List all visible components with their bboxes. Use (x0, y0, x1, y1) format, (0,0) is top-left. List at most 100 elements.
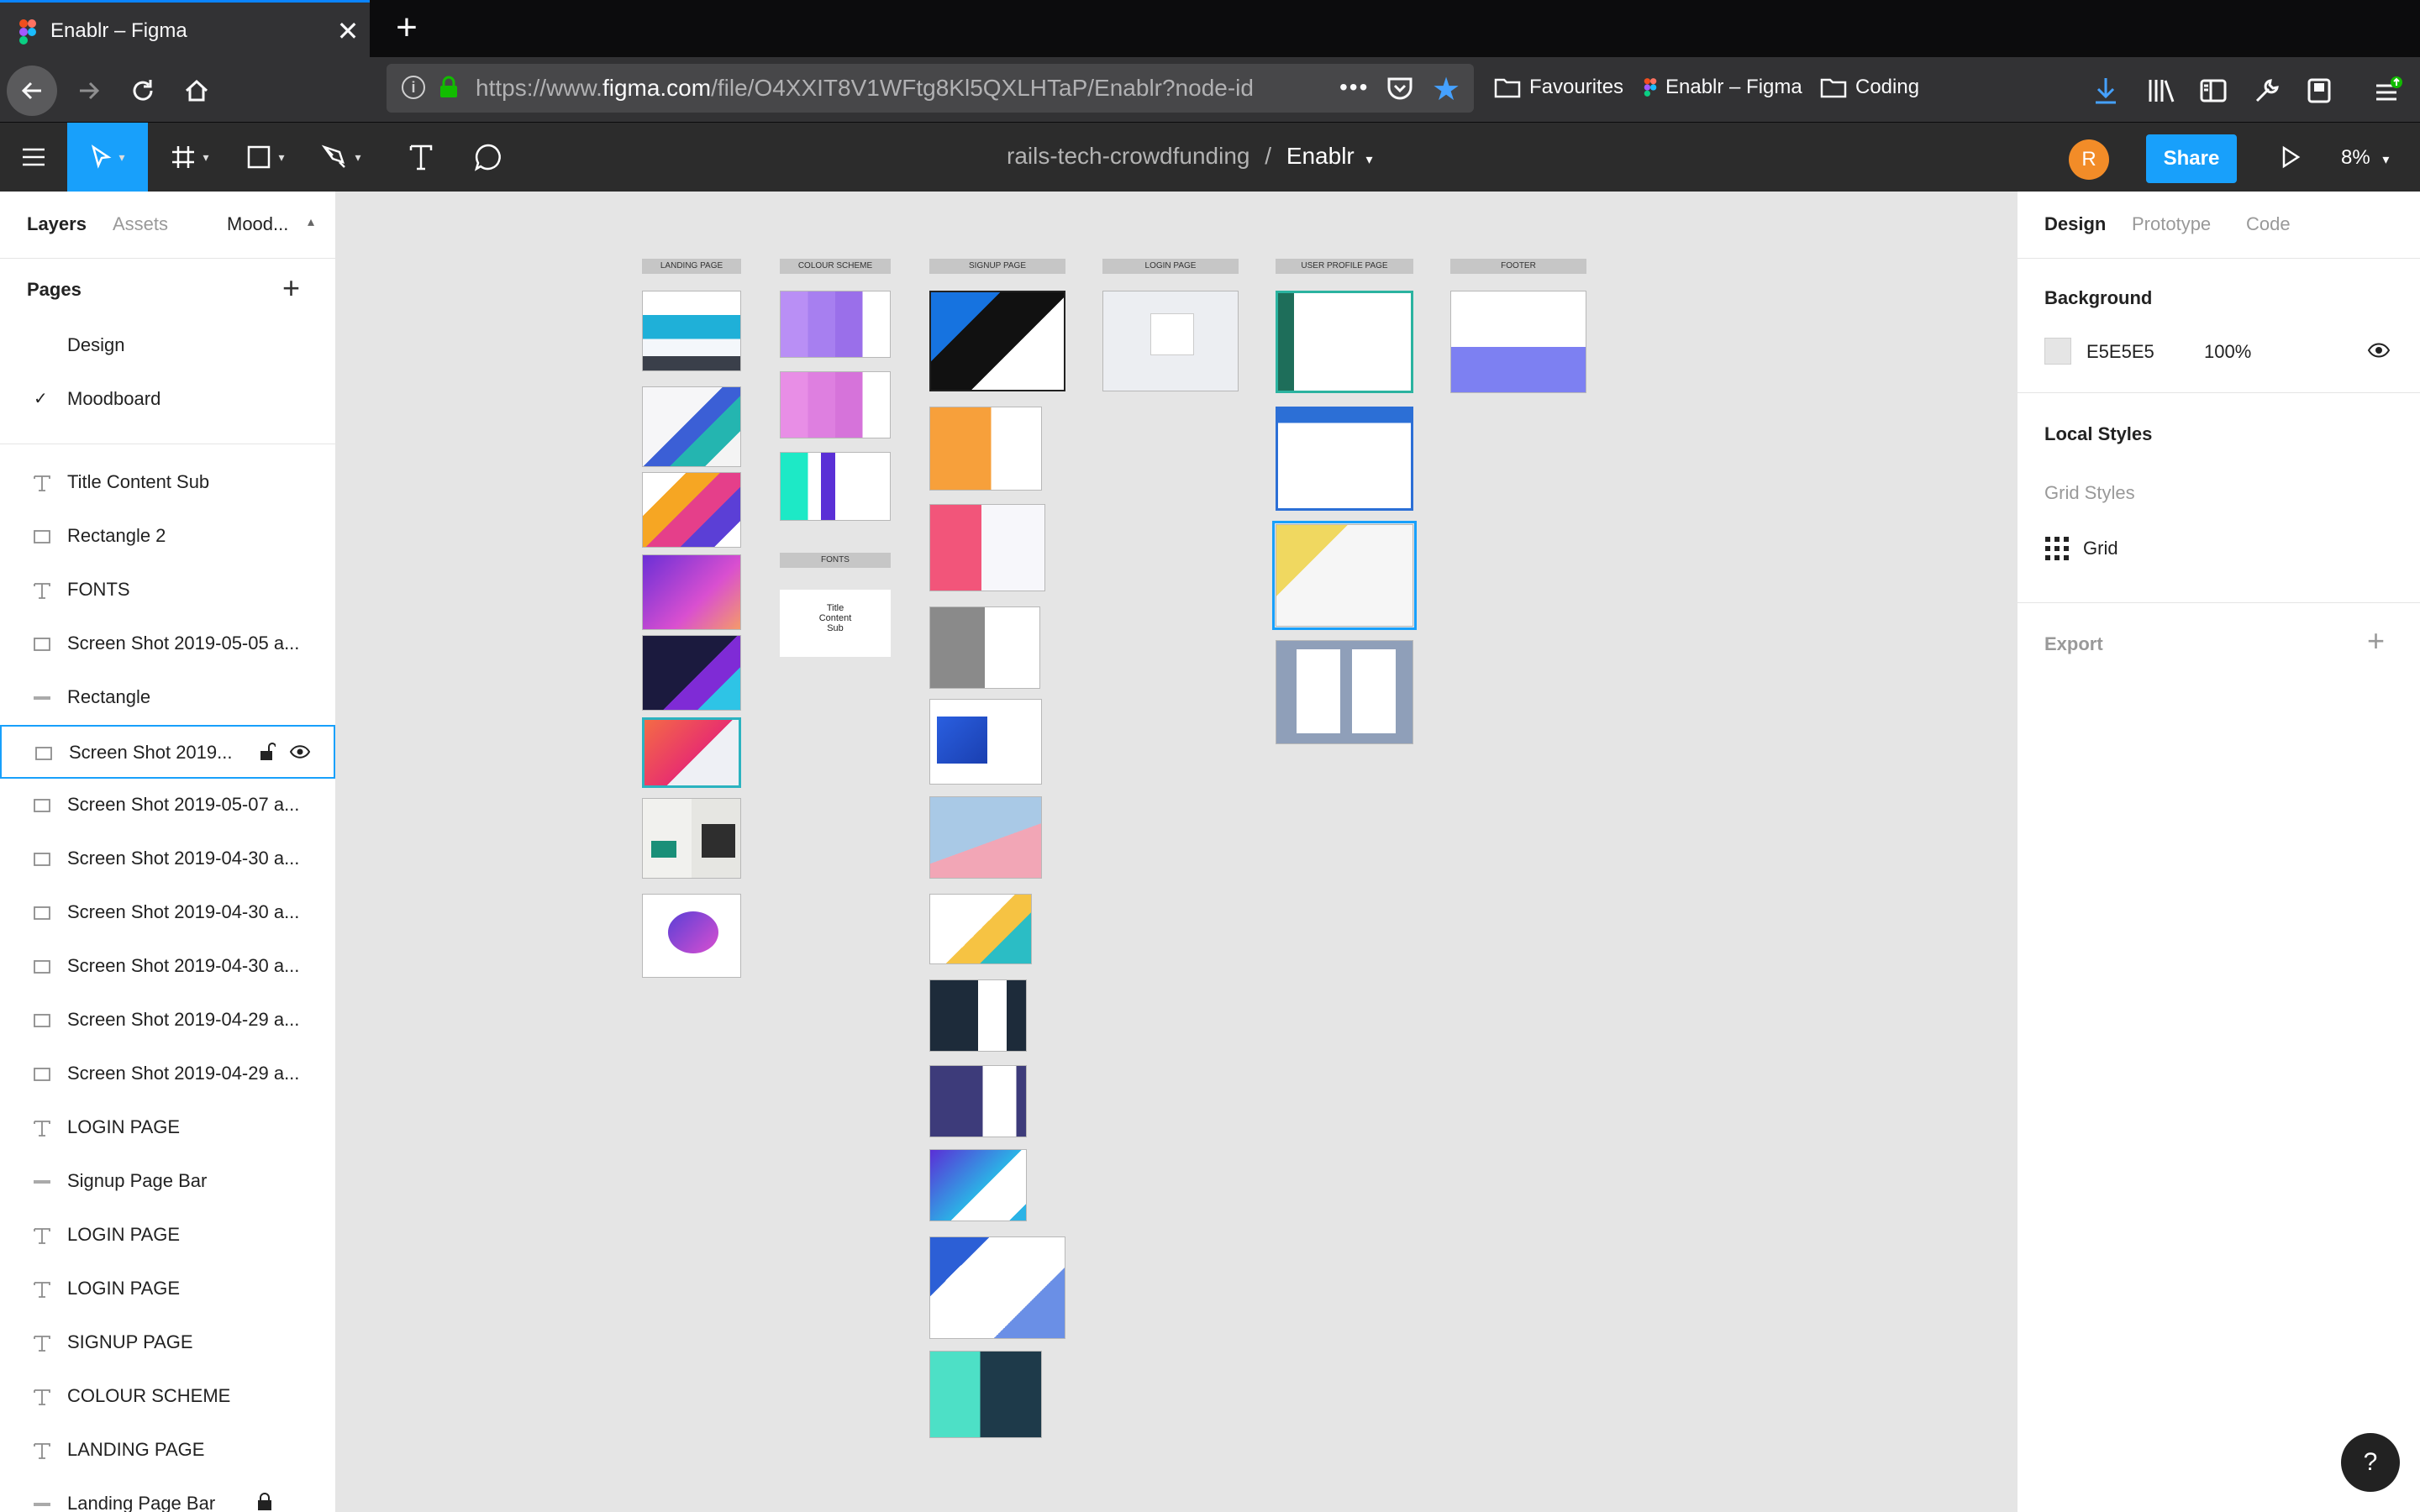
screenshot-thumbnail[interactable] (929, 504, 1045, 591)
home-button[interactable] (171, 66, 222, 116)
layer-item[interactable]: Rectangle 2 (0, 510, 335, 564)
frame-label-colour[interactable]: COLOUR SCHEME (780, 259, 891, 274)
screenshot-thumbnail[interactable] (929, 291, 1065, 391)
background-opacity[interactable]: 100% (2204, 341, 2251, 363)
screenshot-thumbnail[interactable] (929, 606, 1040, 689)
grid-style-item[interactable]: Grid (2044, 536, 2118, 561)
screenshot-thumbnail[interactable] (642, 386, 741, 467)
frame-label-fonts[interactable]: FONTS (780, 553, 891, 568)
layer-item[interactable]: Screen Shot 2019-05-05 a... (0, 617, 335, 671)
screenshot-thumbnail[interactable] (642, 554, 741, 630)
screenshot-thumbnail[interactable] (929, 1351, 1042, 1438)
screenshot-thumbnail[interactable] (1450, 291, 1586, 393)
layer-item[interactable]: Screen Shot 2019-04-30 a... (0, 940, 335, 994)
library-icon[interactable] (2144, 74, 2178, 108)
url-bar[interactable]: i https://www.figma.com/file/O4XXIT8V1WF… (387, 64, 1474, 113)
tab-prototype[interactable]: Prototype (2132, 213, 2211, 235)
chevron-down-icon[interactable]: ▾ (1366, 153, 1373, 167)
layer-item[interactable]: FONTS (0, 564, 335, 617)
tab-code[interactable]: Code (2246, 213, 2291, 235)
menu-update-icon[interactable] (2371, 74, 2405, 108)
forward-button[interactable] (64, 66, 114, 116)
add-page-icon[interactable]: + (282, 270, 300, 306)
bookmark-enablr-figma[interactable]: Enablr – Figma (1644, 76, 1802, 99)
eye-icon[interactable] (2367, 341, 2391, 360)
screenshot-thumbnail[interactable] (929, 796, 1042, 879)
comment-tool-button[interactable] (459, 123, 518, 192)
add-export-icon[interactable]: + (2367, 623, 2385, 659)
screenshot-thumbnail[interactable] (1276, 291, 1413, 393)
screenshot-thumbnail[interactable] (1276, 407, 1413, 511)
screenshot-thumbnail[interactable] (929, 894, 1032, 964)
page-item[interactable]: ✓ Moodboard (0, 373, 335, 427)
layer-item[interactable]: Screen Shot 2019-04-30 a... (0, 832, 335, 886)
downloads-icon[interactable] (2089, 74, 2123, 108)
screenshot-thumbnail[interactable] (642, 472, 741, 548)
screenshot-thumbnail[interactable] (642, 894, 741, 978)
frame-label-user-profile[interactable]: USER PROFILE PAGE (1276, 259, 1413, 274)
screenshot-thumbnail[interactable] (929, 1236, 1065, 1339)
bookmark-favourites[interactable]: Favourites (1494, 76, 1623, 99)
layer-item[interactable]: Signup Page Bar (0, 1155, 335, 1209)
screenshot-thumbnail[interactable] (1276, 640, 1413, 744)
screenshot-thumbnail-selected[interactable] (1272, 521, 1417, 630)
pocket-icon[interactable] (1386, 76, 1413, 101)
background-hex[interactable]: E5E5E5 (2086, 341, 2154, 363)
layer-item[interactable]: LOGIN PAGE (0, 1101, 335, 1155)
colour-swatch-purple[interactable] (780, 291, 891, 358)
chevron-up-icon[interactable]: ▴ (308, 213, 314, 230)
screenshot-thumbnail[interactable] (929, 1149, 1027, 1221)
frame-label-signup[interactable]: SIGNUP PAGE (929, 259, 1065, 274)
frame-label-landing[interactable]: LANDING PAGE (642, 259, 741, 274)
move-tool-button[interactable]: ▾ (67, 123, 148, 192)
colour-swatch-pink[interactable] (780, 371, 891, 438)
canvas[interactable]: LANDING PAGE COLOUR SCHEME SIGNUP PAGE L… (336, 192, 2017, 1512)
close-tab-icon[interactable]: ✕ (334, 14, 361, 48)
page-actions-icon[interactable]: ••• (1339, 74, 1369, 101)
layer-item[interactable]: SIGNUP PAGE (0, 1316, 335, 1370)
screenshot-thumbnail[interactable] (929, 979, 1027, 1052)
text-tool-button[interactable] (392, 123, 450, 192)
tab-assets[interactable]: Assets (113, 213, 168, 235)
layer-item[interactable]: Screen Shot 2019-04-29 a... (0, 994, 335, 1047)
main-menu-button[interactable] (0, 123, 67, 192)
new-tab-button[interactable]: + (388, 7, 425, 49)
layer-item[interactable]: Rectangle (0, 671, 335, 725)
layer-item[interactable]: Screen Shot 2019... (0, 725, 335, 779)
layer-item[interactable]: Title Content Sub (0, 456, 335, 510)
avatar[interactable]: R (2069, 139, 2109, 180)
wrench-icon[interactable] (2250, 74, 2284, 108)
present-button[interactable] (2265, 123, 2316, 192)
screenshot-thumbnail[interactable] (929, 699, 1042, 785)
layer-item[interactable]: LANDING PAGE (0, 1424, 335, 1478)
project-name[interactable]: rails-tech-crowdfunding (1007, 143, 1249, 169)
tab-page-switcher[interactable]: Mood... (227, 213, 288, 235)
browser-tab[interactable]: Enablr – Figma ✕ (0, 0, 370, 57)
screenshot-thumbnail[interactable] (929, 1065, 1027, 1137)
layer-item[interactable]: Landing Page Bar (0, 1478, 335, 1512)
help-button[interactable]: ? (2341, 1433, 2400, 1492)
screenshot-thumbnail[interactable] (642, 717, 741, 788)
layer-item[interactable]: LOGIN PAGE (0, 1263, 335, 1316)
unlock-icon[interactable] (259, 742, 276, 762)
share-button[interactable]: Share (2146, 134, 2237, 183)
layer-item[interactable]: COLOUR SCHEME (0, 1370, 335, 1424)
background-swatch[interactable] (2044, 338, 2071, 365)
frame-tool-button[interactable]: ▾ (156, 123, 224, 192)
fonts-sample[interactable]: Title Content Sub (780, 590, 891, 657)
lock-icon[interactable] (257, 1493, 272, 1512)
extension-icon[interactable] (2302, 74, 2336, 108)
info-icon[interactable]: i (402, 76, 425, 99)
layer-item[interactable]: Screen Shot 2019-04-30 a... (0, 886, 335, 940)
frame-label-login[interactable]: LOGIN PAGE (1102, 259, 1239, 274)
eye-icon[interactable] (289, 743, 311, 760)
file-name[interactable]: Enablr (1286, 143, 1355, 169)
screenshot-thumbnail[interactable] (1102, 291, 1239, 391)
colour-swatch-teal[interactable] (780, 452, 891, 521)
bookmark-coding[interactable]: Coding (1820, 76, 1919, 99)
bookmark-star-icon[interactable]: ★ (1432, 71, 1460, 108)
screenshot-thumbnail[interactable] (929, 407, 1042, 491)
frame-label-footer[interactable]: FOOTER (1450, 259, 1586, 274)
screenshot-thumbnail[interactable] (642, 291, 741, 371)
sidebar-icon[interactable] (2196, 74, 2230, 108)
